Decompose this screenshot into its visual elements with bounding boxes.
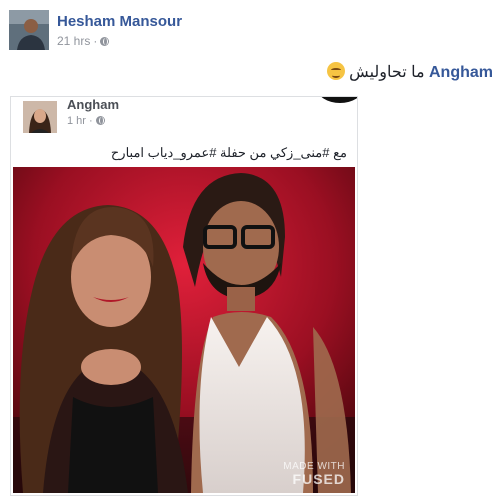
post-timestamp[interactable]: 21 hrs bbox=[57, 34, 90, 48]
embedded-author-avatar bbox=[23, 101, 57, 133]
embedded-post-screenshot: Angham 1 hr · مع #منى_زكي من حفلة #عمرو_… bbox=[10, 96, 358, 496]
embedded-post-timestamp: 1 hr bbox=[67, 115, 86, 127]
tagged-user-link[interactable]: Angham bbox=[429, 64, 493, 81]
globe-icon bbox=[100, 37, 110, 46]
post-caption-text: ما تحاوليش bbox=[349, 64, 425, 81]
relieved-face-emoji-icon bbox=[326, 62, 345, 80]
embedded-post-caption: مع #منى_زكي من حفلة #عمرو_دياب امبارح bbox=[110, 145, 347, 160]
fused-watermark: MADE WITH FUSED bbox=[283, 461, 345, 487]
post-caption: Angham ما تحاوليش bbox=[323, 62, 493, 82]
event-photo-illustration bbox=[13, 167, 355, 493]
author-name[interactable]: Hesham Mansour bbox=[57, 13, 182, 30]
watermark-brand-text: FUSED bbox=[292, 470, 345, 487]
embedded-author-name: Angham bbox=[67, 97, 119, 112]
event-photo: MADE WITH FUSED bbox=[13, 167, 355, 493]
post-meta: 21 hrs · bbox=[57, 34, 110, 48]
dark-corner-shape bbox=[317, 97, 357, 103]
watermark-small-text: MADE WITH bbox=[283, 460, 345, 472]
globe-icon bbox=[95, 116, 105, 125]
embedded-post-meta: 1 hr · bbox=[67, 115, 105, 127]
author-avatar[interactable] bbox=[9, 10, 49, 50]
